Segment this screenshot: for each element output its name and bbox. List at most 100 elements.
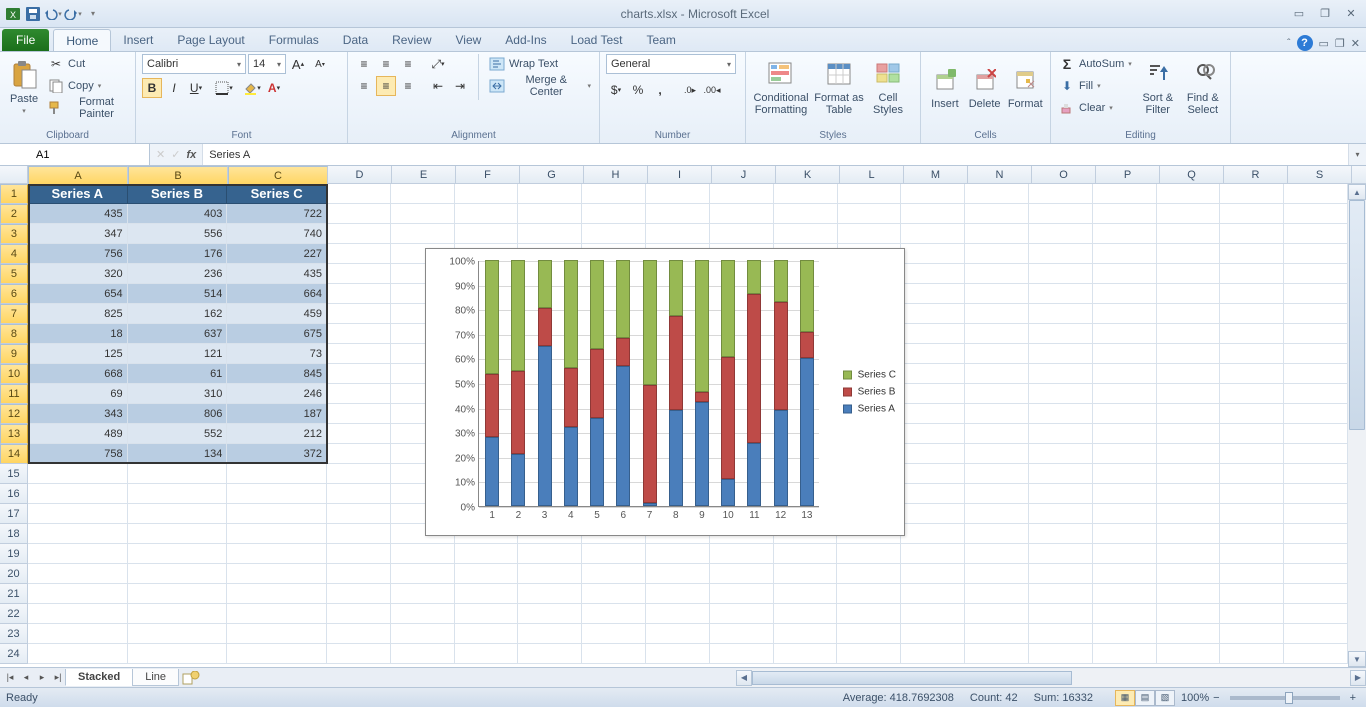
column-header[interactable]: R	[1224, 166, 1288, 183]
cell[interactable]	[838, 204, 902, 224]
cell[interactable]	[1029, 424, 1093, 444]
cell[interactable]	[582, 204, 646, 224]
cell[interactable]	[1093, 384, 1157, 404]
cell[interactable]	[1284, 604, 1348, 624]
column-header[interactable]: N	[968, 166, 1032, 183]
cell[interactable]	[227, 524, 327, 544]
tab-load-test[interactable]: Load Test	[559, 29, 635, 51]
cell[interactable]	[646, 624, 710, 644]
view-page-layout-icon[interactable]: ▤	[1135, 690, 1155, 706]
cell[interactable]	[327, 304, 391, 324]
cell[interactable]	[1093, 504, 1157, 524]
cell[interactable]	[1284, 364, 1348, 384]
fill-color-button[interactable]: ▾	[242, 78, 262, 98]
cell[interactable]: 675	[227, 324, 327, 344]
cell[interactable]	[1029, 464, 1093, 484]
cell[interactable]	[455, 204, 519, 224]
cell[interactable]	[1284, 304, 1348, 324]
column-header[interactable]: B	[128, 166, 228, 186]
cell[interactable]	[327, 404, 391, 424]
font-name-select[interactable]: Calibri▾	[142, 54, 246, 74]
close-icon[interactable]: ✕	[1340, 7, 1362, 21]
cell[interactable]: 637	[128, 324, 228, 344]
cell[interactable]	[28, 504, 128, 524]
cell[interactable]	[1029, 584, 1093, 604]
cell[interactable]	[901, 544, 965, 564]
format-painter-button[interactable]: Format Painter	[46, 98, 129, 118]
vertical-scrollbar[interactable]: ▲ ▼	[1348, 184, 1366, 667]
cell[interactable]	[965, 224, 1029, 244]
cell[interactable]	[837, 604, 901, 624]
cell[interactable]	[1157, 644, 1221, 664]
cell[interactable]	[901, 444, 965, 464]
align-top-icon[interactable]: ≡	[354, 54, 374, 74]
cell[interactable]	[455, 644, 519, 664]
cell[interactable]	[901, 504, 965, 524]
cell[interactable]: 176	[128, 244, 228, 264]
row-header[interactable]: 10	[0, 364, 28, 384]
percent-format-icon[interactable]: %	[628, 80, 648, 100]
cell[interactable]: Series A	[28, 184, 128, 204]
cell[interactable]: 435	[227, 264, 327, 284]
cell[interactable]	[327, 624, 391, 644]
enter-formula-icon[interactable]: ✓	[171, 148, 180, 161]
cell[interactable]	[710, 224, 774, 244]
cell[interactable]	[227, 504, 327, 524]
cell[interactable]	[837, 644, 901, 664]
cell[interactable]: 121	[128, 344, 228, 364]
cell[interactable]: 556	[128, 224, 228, 244]
workbook-restore-icon[interactable]: ❐	[1335, 37, 1345, 50]
cell[interactable]: 825	[28, 304, 128, 324]
cell[interactable]	[28, 584, 128, 604]
formula-input[interactable]: Series A	[203, 144, 1348, 165]
cell[interactable]	[391, 184, 455, 204]
copy-button[interactable]: Copy▾	[46, 76, 129, 96]
cell[interactable]	[1157, 624, 1221, 644]
cell[interactable]	[1157, 244, 1221, 264]
cell[interactable]	[327, 324, 391, 344]
cell[interactable]	[1284, 504, 1348, 524]
cell[interactable]	[965, 284, 1029, 304]
format-as-table-button[interactable]: Format as Table	[814, 54, 864, 120]
cell[interactable]	[901, 364, 965, 384]
cell[interactable]	[901, 224, 965, 244]
cell[interactable]	[901, 524, 965, 544]
autosum-button[interactable]: ΣAutoSum▾	[1057, 54, 1134, 74]
cell[interactable]	[1029, 504, 1093, 524]
row-header[interactable]: 19	[0, 544, 28, 564]
cell[interactable]: 845	[227, 364, 327, 384]
sort-filter-button[interactable]: Sort & Filter	[1138, 54, 1178, 120]
cell[interactable]	[327, 384, 391, 404]
column-header[interactable]: H	[584, 166, 648, 183]
tab-insert[interactable]: Insert	[111, 29, 165, 51]
cell[interactable]	[1029, 264, 1093, 284]
cell[interactable]	[646, 644, 710, 664]
cell[interactable]	[327, 584, 391, 604]
cell[interactable]	[455, 624, 519, 644]
increase-decimal-icon[interactable]: .0▸	[680, 80, 700, 100]
row-header[interactable]: 12	[0, 404, 28, 424]
cell[interactable]	[28, 644, 128, 664]
cell[interactable]	[1093, 224, 1157, 244]
cell[interactable]	[1029, 224, 1093, 244]
cell[interactable]	[227, 584, 327, 604]
cell[interactable]	[455, 604, 519, 624]
font-color-button[interactable]: A▾	[264, 78, 284, 98]
cell[interactable]	[965, 484, 1029, 504]
cell[interactable]	[1220, 624, 1284, 644]
cell[interactable]	[28, 524, 128, 544]
cell[interactable]	[327, 504, 391, 524]
cell[interactable]	[710, 624, 774, 644]
find-select-button[interactable]: Find & Select	[1182, 54, 1224, 120]
cell[interactable]	[518, 624, 582, 644]
row-header[interactable]: 22	[0, 604, 28, 624]
cell[interactable]	[774, 644, 838, 664]
cell[interactable]	[1157, 184, 1221, 204]
cell[interactable]	[901, 404, 965, 424]
cell[interactable]	[1029, 484, 1093, 504]
cell[interactable]	[327, 464, 391, 484]
cell[interactable]	[1093, 464, 1157, 484]
cell[interactable]	[1093, 524, 1157, 544]
column-header[interactable]: A	[28, 166, 128, 186]
comma-format-icon[interactable]: ,	[650, 80, 670, 100]
